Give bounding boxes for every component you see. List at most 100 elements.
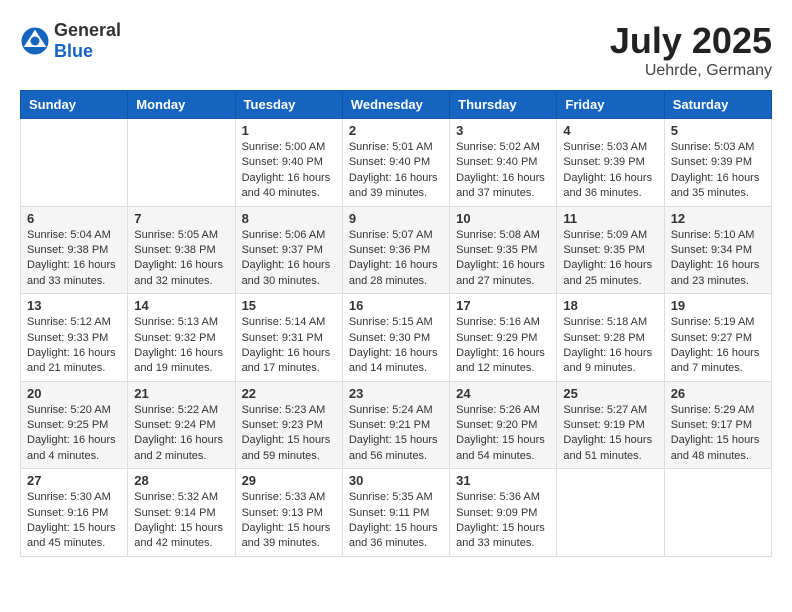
- page-header: General Blue July 2025 Uehrde, Germany: [20, 20, 772, 80]
- calendar-cell: 19 Sunrise: 5:19 AM Sunset: 9:27 PM Dayli…: [664, 294, 771, 382]
- day-number: 12: [671, 211, 765, 226]
- cell-content: Sunrise: 5:00 AM Sunset: 9:40 PM Dayligh…: [242, 140, 336, 202]
- cell-content: Sunrise: 5:03 AM Sunset: 9:39 PM Dayligh…: [563, 140, 657, 202]
- cell-content: Sunrise: 5:05 AM Sunset: 9:38 PM Dayligh…: [134, 228, 228, 290]
- weekday-header-tuesday: Tuesday: [235, 91, 342, 119]
- weekday-header-friday: Friday: [557, 91, 664, 119]
- cell-content: Sunrise: 5:26 AM Sunset: 9:20 PM Dayligh…: [456, 403, 550, 465]
- day-number: 23: [349, 386, 443, 401]
- cell-content: Sunrise: 5:22 AM Sunset: 9:24 PM Dayligh…: [134, 403, 228, 465]
- calendar-cell: [21, 119, 128, 207]
- cell-content: Sunrise: 5:36 AM Sunset: 9:09 PM Dayligh…: [456, 490, 550, 552]
- day-number: 28: [134, 473, 228, 488]
- calendar-cell: 10 Sunrise: 5:08 AM Sunset: 9:35 PM Dayli…: [450, 206, 557, 294]
- calendar-week-row: 20 Sunrise: 5:20 AM Sunset: 9:25 PM Dayli…: [21, 381, 772, 469]
- calendar-cell: 4 Sunrise: 5:03 AM Sunset: 9:39 PM Daylig…: [557, 119, 664, 207]
- calendar-cell: 21 Sunrise: 5:22 AM Sunset: 9:24 PM Dayli…: [128, 381, 235, 469]
- cell-content: Sunrise: 5:14 AM Sunset: 9:31 PM Dayligh…: [242, 315, 336, 377]
- calendar-week-row: 1 Sunrise: 5:00 AM Sunset: 9:40 PM Daylig…: [21, 119, 772, 207]
- cell-content: Sunrise: 5:24 AM Sunset: 9:21 PM Dayligh…: [349, 403, 443, 465]
- calendar-cell: 13Sunrise: 5:12 AM Sunset: 9:33 PM Dayli…: [21, 294, 128, 382]
- day-number: 10: [456, 211, 550, 226]
- cell-content: Sunrise: 5:20 AM Sunset: 9:25 PM Dayligh…: [27, 403, 121, 465]
- cell-content: Sunrise: 5:18 AM Sunset: 9:28 PM Dayligh…: [563, 315, 657, 377]
- day-number: 11: [563, 211, 657, 226]
- calendar-cell: 28 Sunrise: 5:32 AM Sunset: 9:14 PM Dayli…: [128, 469, 235, 557]
- day-number: 19: [671, 298, 765, 313]
- day-number: 13: [27, 298, 121, 313]
- calendar-cell: 18 Sunrise: 5:18 AM Sunset: 9:28 PM Dayli…: [557, 294, 664, 382]
- calendar-cell: 23 Sunrise: 5:24 AM Sunset: 9:21 PM Dayli…: [342, 381, 449, 469]
- day-number: 8: [242, 211, 336, 226]
- calendar-cell: 20 Sunrise: 5:20 AM Sunset: 9:25 PM Dayli…: [21, 381, 128, 469]
- cell-content: Sunrise: 5:27 AM Sunset: 9:19 PM Dayligh…: [563, 403, 657, 465]
- day-number: 30: [349, 473, 443, 488]
- cell-content: Sunrise: 5:06 AM Sunset: 9:37 PM Dayligh…: [242, 228, 336, 290]
- cell-content: Sunrise: 5:01 AM Sunset: 9:40 PM Dayligh…: [349, 140, 443, 202]
- calendar-cell: 7 Sunrise: 5:05 AM Sunset: 9:38 PM Daylig…: [128, 206, 235, 294]
- cell-content: Sunrise: 5:09 AM Sunset: 9:35 PM Dayligh…: [563, 228, 657, 290]
- cell-content: Sunrise: 5:30 AM Sunset: 9:16 PM Dayligh…: [27, 490, 121, 552]
- weekday-header-row: SundayMondayTuesdayWednesdayThursdayFrid…: [21, 91, 772, 119]
- cell-content: Sunrise: 5:19 AM Sunset: 9:27 PM Dayligh…: [671, 315, 765, 377]
- cell-content: Sunrise: 5:32 AM Sunset: 9:14 PM Dayligh…: [134, 490, 228, 552]
- cell-content: Sunrise: 5:29 AM Sunset: 9:17 PM Dayligh…: [671, 403, 765, 465]
- calendar-cell: 8 Sunrise: 5:06 AM Sunset: 9:37 PM Daylig…: [235, 206, 342, 294]
- cell-content: Sunrise: 5:33 AM Sunset: 9:13 PM Dayligh…: [242, 490, 336, 552]
- day-number: 18: [563, 298, 657, 313]
- weekday-header-monday: Monday: [128, 91, 235, 119]
- day-number: 1: [242, 123, 336, 138]
- day-number: 4: [563, 123, 657, 138]
- calendar-cell: 5 Sunrise: 5:03 AM Sunset: 9:39 PM Daylig…: [664, 119, 771, 207]
- calendar-cell: 27Sunrise: 5:30 AM Sunset: 9:16 PM Dayli…: [21, 469, 128, 557]
- calendar-cell: 26Sunrise: 5:29 AM Sunset: 9:17 PM Dayli…: [664, 381, 771, 469]
- day-number: 20: [27, 386, 121, 401]
- cell-content: Sunrise: 5:08 AM Sunset: 9:35 PM Dayligh…: [456, 228, 550, 290]
- calendar-cell: 25Sunrise: 5:27 AM Sunset: 9:19 PM Dayli…: [557, 381, 664, 469]
- cell-content: Sunrise: 5:10 AM Sunset: 9:34 PM Dayligh…: [671, 228, 765, 290]
- calendar-cell: [557, 469, 664, 557]
- calendar-week-row: 27Sunrise: 5:30 AM Sunset: 9:16 PM Dayli…: [21, 469, 772, 557]
- day-number: 2: [349, 123, 443, 138]
- calendar-cell: 2 Sunrise: 5:01 AM Sunset: 9:40 PM Daylig…: [342, 119, 449, 207]
- calendar-cell: 30Sunrise: 5:35 AM Sunset: 9:11 PM Dayli…: [342, 469, 449, 557]
- calendar-cell: 31 Sunrise: 5:36 AM Sunset: 9:09 PM Dayli…: [450, 469, 557, 557]
- calendar-week-row: 6Sunrise: 5:04 AM Sunset: 9:38 PM Daylig…: [21, 206, 772, 294]
- calendar-cell: 3Sunrise: 5:02 AM Sunset: 9:40 PM Daylig…: [450, 119, 557, 207]
- day-number: 24: [456, 386, 550, 401]
- calendar-table: SundayMondayTuesdayWednesdayThursdayFrid…: [20, 90, 772, 557]
- day-number: 9: [349, 211, 443, 226]
- day-number: 6: [27, 211, 121, 226]
- cell-content: Sunrise: 5:23 AM Sunset: 9:23 PM Dayligh…: [242, 403, 336, 465]
- day-number: 31: [456, 473, 550, 488]
- day-number: 22: [242, 386, 336, 401]
- day-number: 5: [671, 123, 765, 138]
- calendar-week-row: 13Sunrise: 5:12 AM Sunset: 9:33 PM Dayli…: [21, 294, 772, 382]
- logo-icon: [20, 26, 50, 56]
- title-block: July 2025 Uehrde, Germany: [610, 20, 772, 80]
- cell-content: Sunrise: 5:15 AM Sunset: 9:30 PM Dayligh…: [349, 315, 443, 377]
- day-number: 29: [242, 473, 336, 488]
- location: Uehrde, Germany: [610, 62, 772, 80]
- cell-content: Sunrise: 5:13 AM Sunset: 9:32 PM Dayligh…: [134, 315, 228, 377]
- calendar-cell: 22 Sunrise: 5:23 AM Sunset: 9:23 PM Dayli…: [235, 381, 342, 469]
- day-number: 21: [134, 386, 228, 401]
- cell-content: Sunrise: 5:03 AM Sunset: 9:39 PM Dayligh…: [671, 140, 765, 202]
- cell-content: Sunrise: 5:16 AM Sunset: 9:29 PM Dayligh…: [456, 315, 550, 377]
- month-title: July 2025: [610, 20, 772, 62]
- calendar-cell: 1 Sunrise: 5:00 AM Sunset: 9:40 PM Daylig…: [235, 119, 342, 207]
- day-number: 14: [134, 298, 228, 313]
- calendar-cell: 29 Sunrise: 5:33 AM Sunset: 9:13 PM Dayli…: [235, 469, 342, 557]
- logo-general-text: General: [54, 20, 121, 41]
- calendar-cell: 17Sunrise: 5:16 AM Sunset: 9:29 PM Dayli…: [450, 294, 557, 382]
- calendar-cell: 12 Sunrise: 5:10 AM Sunset: 9:34 PM Dayli…: [664, 206, 771, 294]
- logo: General Blue: [20, 20, 121, 62]
- calendar-cell: 15 Sunrise: 5:14 AM Sunset: 9:31 PM Dayli…: [235, 294, 342, 382]
- logo-text: General Blue: [54, 20, 121, 62]
- logo-blue-text: Blue: [54, 41, 121, 62]
- day-number: 15: [242, 298, 336, 313]
- day-number: 16: [349, 298, 443, 313]
- calendar-cell: 9Sunrise: 5:07 AM Sunset: 9:36 PM Daylig…: [342, 206, 449, 294]
- calendar-cell: 11 Sunrise: 5:09 AM Sunset: 9:35 PM Dayli…: [557, 206, 664, 294]
- day-number: 7: [134, 211, 228, 226]
